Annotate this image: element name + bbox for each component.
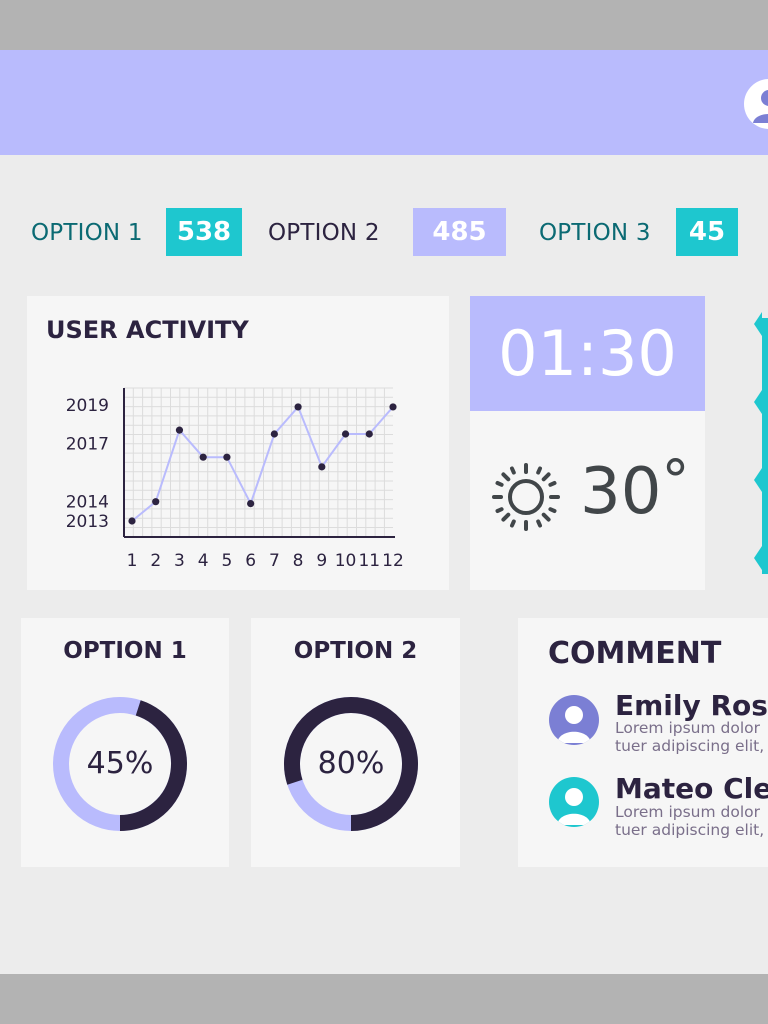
temperature-readout: 30° <box>580 449 689 529</box>
data-point <box>318 463 326 471</box>
option-3-label: OPTION 3 <box>539 220 651 246</box>
data-point <box>175 426 184 434</box>
data-point <box>223 453 231 461</box>
x-tick-label: 1 <box>127 551 138 571</box>
y-tick-label: 2014 <box>66 493 109 513</box>
clock-panel: 01:30 <box>470 296 705 411</box>
data-point <box>199 453 207 461</box>
y-tick-label: 2019 <box>66 396 109 416</box>
option-1-percent-label: 45% <box>86 746 154 781</box>
x-tick-label: 9 <box>316 551 327 571</box>
weather-panel: 30° <box>470 411 705 590</box>
x-tick-label: 5 <box>221 551 232 571</box>
data-point <box>247 500 255 508</box>
comment-author-name[interactable]: Emily Rose <box>615 690 768 722</box>
data-point <box>128 517 136 525</box>
comment-text-line: Lorem ipsum dolor <box>615 803 760 821</box>
x-tick-label: 10 <box>335 551 357 571</box>
comment-avatar-mateo[interactable] <box>549 777 599 827</box>
data-point <box>389 403 397 411</box>
temperature-value: 30 <box>580 455 662 529</box>
comment-card: COMMENT Emily Rose Lorem ipsum dolor tue… <box>518 618 768 867</box>
comment-text-line: tuer adipiscing elit, <box>615 737 765 755</box>
option-2-label: OPTION 2 <box>268 220 380 246</box>
option-1-count-badge[interactable]: 538 <box>166 208 242 256</box>
data-point <box>341 430 350 438</box>
comment-text-line: tuer adipiscing elit, <box>615 821 765 839</box>
x-tick-label: 7 <box>269 551 280 571</box>
user-activity-line-chart: 1 2 3 4 5 6 7 8 9 10 11 122013201420172019 <box>66 387 404 571</box>
side-accent-stripe <box>754 312 768 574</box>
option-2-card: OPTION 2 80% <box>251 618 460 867</box>
data-point <box>294 403 302 411</box>
y-tick-label: 2013 <box>66 512 109 532</box>
data-point <box>365 430 373 438</box>
header-bar <box>0 50 768 155</box>
clock-time: 01:30 <box>498 317 677 390</box>
user-activity-card: USER ACTIVITY 1 2 3 4 5 6 7 8 9 10 11 12 2013 2014 201… <box>27 296 449 590</box>
option-1-donut-chart <box>53 697 187 831</box>
option-1-label: OPTION 1 <box>31 220 143 246</box>
x-tick-label: 12 <box>382 551 404 571</box>
degree-symbol: ° <box>661 449 690 514</box>
user-avatar-icon[interactable] <box>744 79 768 129</box>
x-tick-label: 8 <box>293 551 304 571</box>
comment-text-line: Lorem ipsum dolor <box>615 719 760 737</box>
comment-avatar-emily[interactable] <box>549 695 599 745</box>
top-frame-bar <box>0 0 768 50</box>
y-tick-label: 2017 <box>66 435 109 455</box>
comment-title: COMMENT <box>548 636 722 671</box>
data-point <box>270 430 278 438</box>
sun-icon <box>492 463 560 531</box>
activity-series-line <box>131 405 394 522</box>
option-2-count-badge[interactable]: 485 <box>413 208 506 256</box>
comment-author-name[interactable]: Mateo Clea <box>615 773 768 805</box>
bottom-frame-bar <box>0 974 768 1024</box>
option-2-donut-chart <box>284 697 418 831</box>
option-1-card: OPTION 1 45% <box>21 618 229 867</box>
x-tick-label: 11 <box>358 551 380 571</box>
x-tick-label: 6 <box>245 551 256 571</box>
data-point <box>152 498 160 506</box>
option-2-percent-label: 80% <box>317 746 385 781</box>
option-3-count-badge[interactable]: 45 <box>676 208 738 256</box>
x-tick-label: 2 <box>150 551 161 571</box>
x-tick-label: 3 <box>174 551 185 571</box>
x-tick-label: 4 <box>198 551 209 571</box>
